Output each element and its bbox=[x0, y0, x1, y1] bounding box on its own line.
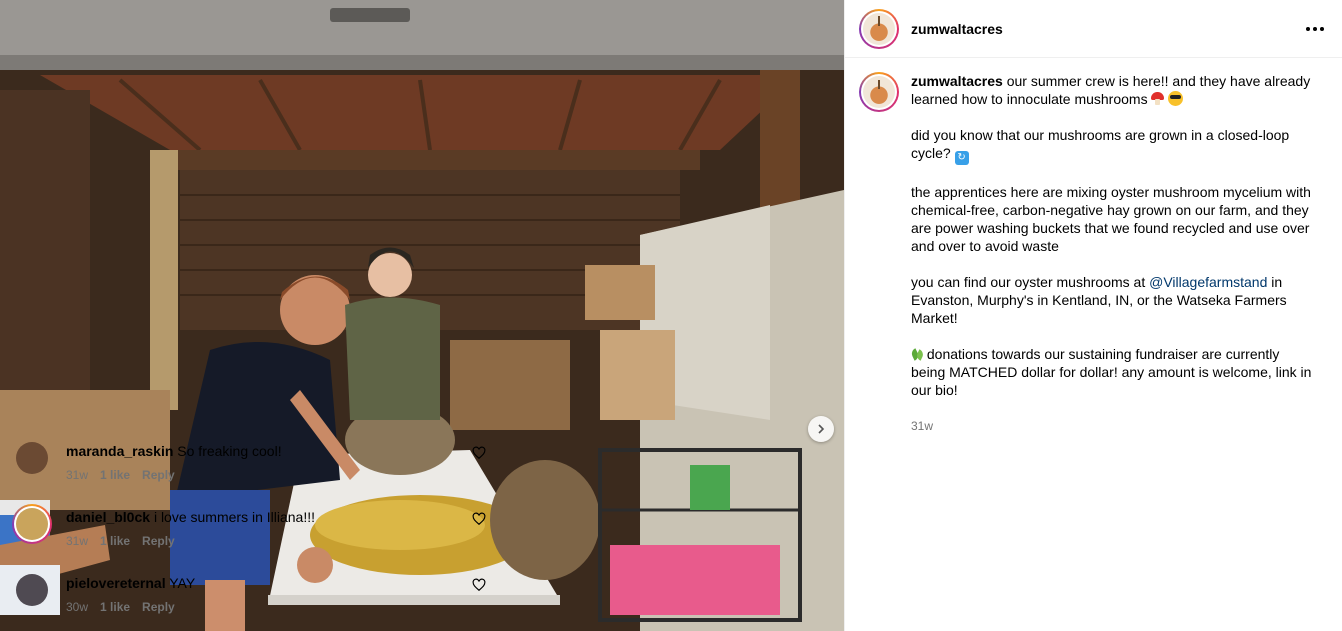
comment-likes[interactable]: 1 like bbox=[100, 468, 130, 482]
sunglasses-emoji-icon bbox=[1168, 91, 1184, 106]
comment-time[interactable]: 31w bbox=[66, 468, 88, 482]
heart-icon[interactable] bbox=[472, 578, 486, 592]
post-viewer: zumwaltacres zumwaltacres our summer cre… bbox=[0, 0, 1342, 631]
comment-body: maranda_raskin So freaking cool! 31w 1 l… bbox=[66, 442, 456, 482]
comment-time[interactable]: 31w bbox=[66, 534, 88, 548]
comment-item: maranda_raskin So freaking cool! 31w 1 l… bbox=[16, 442, 486, 482]
caption-p5: donations towards our sustaining fundrai… bbox=[911, 346, 1312, 398]
heart-icon[interactable] bbox=[472, 446, 486, 460]
commenter-avatar[interactable] bbox=[12, 504, 52, 544]
caption-username[interactable]: zumwaltacres bbox=[911, 73, 1003, 89]
author-username[interactable]: zumwaltacres bbox=[911, 21, 1003, 37]
post-header: zumwaltacres bbox=[845, 0, 1342, 58]
reply-button[interactable]: Reply bbox=[142, 468, 175, 482]
caption-p3: the apprentices here are mixing oyster m… bbox=[911, 184, 1311, 254]
caption-p4-pre: you can find our oyster mushrooms at bbox=[911, 274, 1146, 290]
comment-text: So freaking cool! bbox=[177, 443, 282, 459]
commenter-avatar[interactable] bbox=[16, 442, 48, 474]
comment-username[interactable]: pielovereternal bbox=[66, 575, 166, 591]
heart-icon[interactable] bbox=[472, 512, 486, 526]
mushroom-emoji-icon bbox=[1151, 92, 1165, 105]
author-avatar[interactable] bbox=[859, 8, 899, 49]
caption-text: zumwaltacres our summer crew is here!! a… bbox=[911, 72, 1315, 435]
comment-body: pielovereternal YAY 30w 1 like Reply bbox=[66, 574, 456, 614]
mention-link[interactable]: @Villagefarmstand bbox=[1149, 274, 1267, 290]
commenter-avatar[interactable] bbox=[16, 574, 48, 606]
comment-text: YAY bbox=[169, 575, 196, 591]
comment-item: pielovereternal YAY 30w 1 like Reply bbox=[16, 574, 486, 614]
reply-button[interactable]: Reply bbox=[142, 600, 175, 614]
caption-author-avatar[interactable] bbox=[859, 72, 899, 112]
cycle-emoji-icon: ↻ bbox=[954, 151, 969, 165]
post-sidebar: zumwaltacres zumwaltacres our summer cre… bbox=[12, 0, 1342, 631]
caption-timestamp[interactable]: 31w bbox=[911, 417, 1315, 435]
comment-body: daniel_bl0ck i love summers in Illiana!!… bbox=[66, 508, 456, 548]
post-content: zumwaltacres our summer crew is here!! a… bbox=[845, 58, 1342, 435]
more-options-icon[interactable] bbox=[1304, 18, 1326, 40]
comment-item: daniel_bl0ck i love summers in Illiana!!… bbox=[12, 504, 486, 548]
comment-time[interactable]: 30w bbox=[66, 600, 88, 614]
comment-likes[interactable]: 1 like bbox=[100, 534, 130, 548]
herb-emoji-icon bbox=[911, 348, 923, 360]
comment-username[interactable]: maranda_raskin bbox=[66, 443, 173, 459]
comment-likes[interactable]: 1 like bbox=[100, 600, 130, 614]
reply-button[interactable]: Reply bbox=[142, 534, 175, 548]
chevron-right-icon bbox=[818, 424, 825, 434]
comment-username[interactable]: daniel_bl0ck bbox=[66, 509, 150, 525]
caption: zumwaltacres our summer crew is here!! a… bbox=[859, 72, 1328, 435]
next-photo-button[interactable] bbox=[808, 416, 834, 442]
comment-text: i love summers in Illiana!!! bbox=[153, 509, 315, 525]
